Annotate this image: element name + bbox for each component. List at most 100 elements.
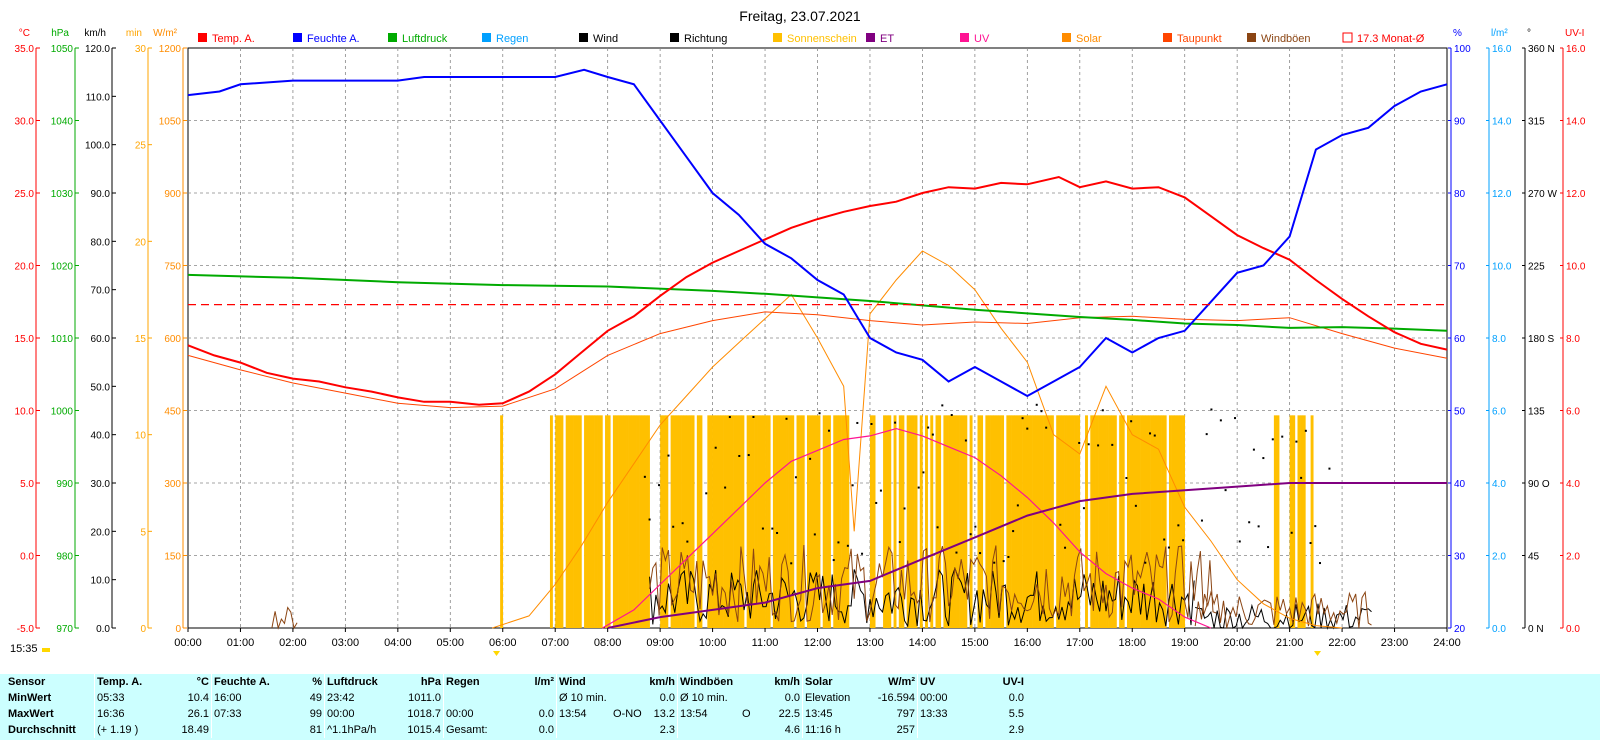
stats-cell: 0.0 (659, 692, 675, 704)
x-axis-tick-label: 03:00 (332, 637, 360, 649)
sunshine-bar (1161, 415, 1165, 628)
stats-cell: 00:00 (917, 690, 978, 706)
stats-solar-header: Solar (802, 674, 869, 690)
stats-feuchte-unit: % (312, 676, 322, 688)
stats-luftdruck-unit: hPa (420, 676, 441, 688)
legend-swatch (960, 33, 969, 42)
stats-cell: 13:54 (556, 706, 611, 722)
legend-swatch (773, 33, 782, 42)
sunshine-bar (578, 415, 582, 628)
wind-direction-dot (1182, 539, 1185, 542)
x-axis-tick-label: 08:00 (594, 637, 622, 649)
stats-cell: 13:33 (917, 706, 978, 722)
wind-direction-dot (1205, 433, 1208, 436)
legend-label: Sonnenschein (787, 33, 857, 45)
left-axis-tick: 1010 (51, 334, 74, 345)
right-axis-tick: 10.0 (1566, 262, 1586, 273)
wind-direction-dot (809, 457, 812, 460)
sunshine-bar (959, 415, 963, 628)
wind-direction-dot (894, 421, 897, 424)
sunshine-bar (660, 415, 664, 628)
sunshine-bar (953, 415, 957, 628)
left-axis-tick: 300 (164, 479, 181, 490)
sunshine-bar (586, 415, 590, 628)
right-axis-tick: 225 (1528, 262, 1545, 273)
left-axis-tick: 10 (135, 431, 147, 442)
right-axis-tick: 12.0 (1492, 189, 1512, 200)
left-axis-tick: 1040 (51, 117, 74, 128)
left-axis-tick: -5.0 (17, 624, 35, 635)
x-axis-tick-label: 10:00 (699, 637, 727, 649)
stats-cell: 07:33 (211, 706, 276, 722)
sunshine-bar (1302, 415, 1306, 628)
sunshine-bar (775, 415, 779, 628)
wind-direction-dot (790, 562, 793, 565)
right-axis-tick: 0 N (1528, 624, 1544, 635)
left-axis-tick: 120.0 (85, 44, 110, 55)
stats-cell: Gesamt: (443, 722, 508, 738)
legend-swatch (198, 33, 207, 42)
stats-cell: 81 (309, 724, 322, 736)
x-axis-tick-label: 04:00 (384, 637, 412, 649)
wind-direction-dot (658, 484, 661, 487)
left-axis-tick: 750 (164, 262, 181, 273)
left-axis-tick: 100.0 (85, 141, 110, 152)
left-axis-tick: 970 (56, 624, 73, 635)
legend-label: Solar (1076, 33, 1102, 45)
left-axes: °C 35.0 30.0 25.0 20.0 15.0 10.0 5.0 0.0 -5.0 hPa 1… (15, 28, 187, 635)
wind-direction-dot (875, 501, 878, 504)
sunshine-bar (1040, 415, 1044, 628)
wind-direction-dot (1295, 440, 1298, 443)
wind-direction-dot (964, 439, 967, 442)
sunshine-bar (633, 415, 637, 628)
stats-cell: 0.0 (784, 692, 800, 704)
wind-direction-dot (643, 475, 646, 478)
right-axis-unit: ° (1527, 28, 1531, 39)
sunshine-bar (568, 415, 572, 628)
wind-direction-dot (752, 415, 755, 418)
stats-cell: O-NO (613, 708, 642, 720)
wind-direction-dot (818, 412, 821, 415)
sunshine-bar (961, 415, 965, 628)
stats-row-min: MinWert 05:33 10.4 16:00 49 23:42 1011.0… (6, 690, 1026, 706)
legend-label: ET (880, 33, 894, 45)
wind-direction-dot (1021, 417, 1024, 420)
wind-direction-dot (827, 429, 830, 432)
left-axis-tick: 35.0 (15, 44, 35, 55)
wind-direction-dot (1271, 438, 1274, 441)
stats-temp-header: Temp. A. (94, 674, 159, 690)
stats-boeen-header: Windböen (677, 674, 740, 690)
right-axis-tick: 270 W (1528, 189, 1557, 200)
stats-feuchte-header: Feuchte A. (211, 674, 276, 690)
stats-cell: 18.49 (181, 724, 209, 736)
wind-direction-dot (813, 533, 816, 536)
stats-luftdruck-header: Luftdruck (324, 674, 395, 690)
stats-cell: 26.1 (187, 708, 209, 720)
left-axis-tick: 25.0 (15, 189, 35, 200)
sunshine-bar (1145, 415, 1149, 628)
sunshine-bar (1098, 415, 1102, 628)
legend-swatch (293, 33, 302, 42)
x-axis-tick-label: 01:00 (227, 637, 255, 649)
wind-direction-dot (686, 540, 689, 543)
wind-direction-dot (1267, 546, 1270, 549)
left-axis-unit: hPa (51, 28, 69, 39)
left-axis-tick: 50.0 (91, 382, 111, 393)
sunshine-bar (1179, 415, 1183, 628)
sunshine-bar (584, 415, 587, 628)
sunshine-bar (591, 415, 595, 628)
wind-direction-dot (1125, 477, 1128, 480)
stats-cell (740, 690, 762, 706)
wind-direction-dot (728, 416, 731, 419)
stats-cell: 2.3 (659, 724, 675, 736)
wind-direction-dot (1111, 443, 1114, 446)
stats-cell: Ø 10 min. (556, 690, 611, 706)
sunshine-bar (565, 415, 569, 628)
sunshine-bar (557, 415, 561, 628)
right-axis-tick: 45 (1528, 552, 1540, 563)
x-axis-tick-label: 12:00 (804, 637, 832, 649)
sunshine-bar (1163, 415, 1167, 628)
stats-cell: ^1.1hPa/h (324, 722, 395, 738)
wind-direction-dot (672, 525, 675, 528)
stats-cell: 22.5 (778, 708, 800, 720)
